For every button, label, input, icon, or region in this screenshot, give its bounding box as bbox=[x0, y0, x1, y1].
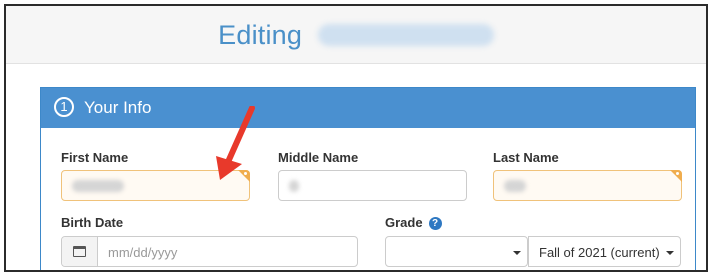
redacted-student-name bbox=[317, 24, 494, 46]
panel-title: Your Info bbox=[84, 98, 152, 117]
term-select-value: Fall of 2021 (current) bbox=[539, 245, 660, 260]
middle-name-label: Middle Name bbox=[278, 150, 359, 165]
birth-date-input[interactable]: mm/dd/yyyy bbox=[61, 236, 358, 267]
caret-down-icon bbox=[666, 251, 674, 255]
arrow-shaft bbox=[225, 106, 255, 165]
first-name-label: First Name bbox=[61, 150, 129, 165]
page-title-prefix: Editing bbox=[218, 20, 303, 50]
grade-select[interactable] bbox=[385, 236, 528, 267]
panel-header: 1 Your Info bbox=[41, 88, 695, 128]
term-select[interactable]: Fall of 2021 (current) bbox=[528, 236, 681, 267]
page-header: Editing bbox=[6, 6, 706, 64]
your-info-panel: 1 Your Info First Name Middle Name Last … bbox=[40, 87, 696, 270]
last-name-input[interactable] bbox=[493, 170, 682, 201]
required-dot bbox=[676, 172, 679, 175]
red-arrow-annotation bbox=[216, 106, 255, 180]
step-number-badge: 1 bbox=[54, 97, 74, 117]
redacted-middle-name bbox=[289, 180, 299, 192]
last-name-label: Last Name bbox=[493, 150, 559, 165]
middle-name-input[interactable] bbox=[278, 170, 467, 201]
screenshot-frame: Editing 1 Your Info First Name Middle Na… bbox=[4, 4, 708, 272]
grade-label-group: Grade? bbox=[385, 215, 442, 230]
redacted-first-name bbox=[72, 180, 124, 192]
birth-date-label: Birth Date bbox=[61, 215, 124, 230]
page-title: Editing bbox=[6, 20, 706, 51]
grade-label: Grade bbox=[385, 215, 423, 230]
help-circle-icon[interactable]: ? bbox=[428, 217, 442, 230]
calendar-button[interactable] bbox=[62, 237, 98, 266]
caret-down-icon bbox=[513, 251, 521, 255]
birth-date-placeholder: mm/dd/yyyy bbox=[108, 245, 178, 260]
calendar-icon bbox=[73, 246, 86, 257]
redacted-last-name bbox=[504, 180, 526, 192]
